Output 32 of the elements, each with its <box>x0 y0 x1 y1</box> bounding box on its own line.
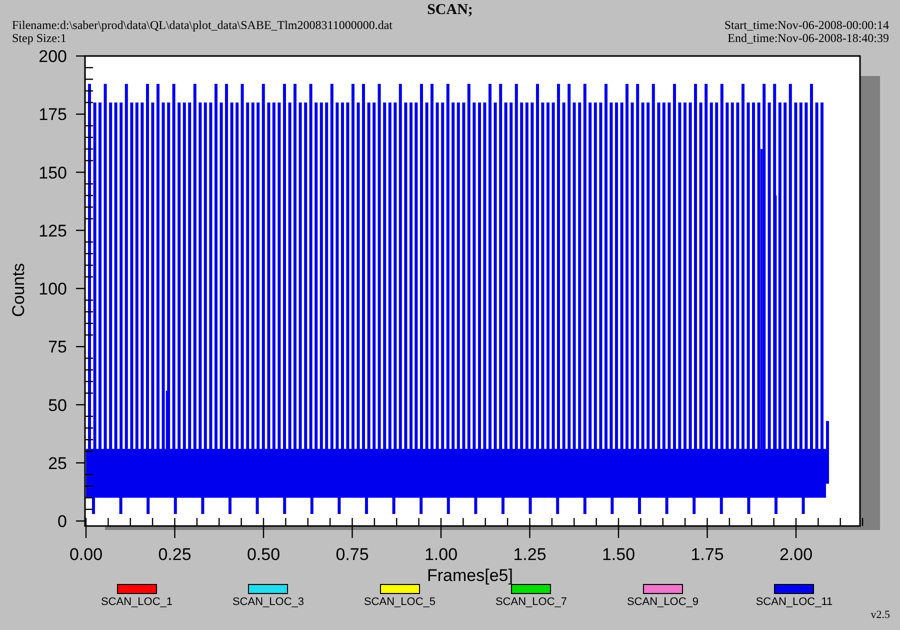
x-tick-label: 0.25 <box>158 545 192 564</box>
y-tick-label: 75 <box>48 338 67 357</box>
legend-label: SCAN_LOC_11 <box>756 596 833 608</box>
x-tick-label: 0.00 <box>69 545 103 564</box>
legend-label: SCAN_LOC_5 <box>364 596 436 608</box>
x-axis-label: Frames[e5] <box>427 566 513 585</box>
y-axis-label: Counts <box>9 263 28 317</box>
x-tick-label: 0.75 <box>336 545 369 564</box>
x-tick-label: 1.50 <box>602 545 636 564</box>
legend-label: SCAN_LOC_7 <box>495 596 568 608</box>
start-time-label: Start_time:Nov-06-2008-00:00:14 <box>724 19 889 32</box>
y-tick-label: 125 <box>38 221 67 240</box>
x-tick-label: 1.75 <box>690 545 724 564</box>
y-tick-label: 150 <box>38 163 67 182</box>
y-tick-label: 25 <box>48 454 67 473</box>
end-time-label: End_time:Nov-06-2008-18:40:39 <box>728 32 889 45</box>
chart-title: SCAN; <box>427 2 473 19</box>
x-tick-label: 1.00 <box>424 545 458 564</box>
x-tick-label: 1.25 <box>513 545 546 564</box>
y-tick-label: 0 <box>58 512 67 531</box>
x-tick-label: 2.00 <box>779 545 813 564</box>
version-label: v2.5 <box>870 609 890 621</box>
y-tick-label: 100 <box>38 280 67 298</box>
legend-label: SCAN_LOC_3 <box>232 596 304 608</box>
x-tick-label: 0.50 <box>246 545 280 564</box>
y-tick-label: 175 <box>38 105 67 124</box>
y-tick-label: 200 <box>38 48 67 66</box>
y-tick-label: 50 <box>48 396 67 415</box>
filename-label: Filename:d:\saber\prod\data\QL\data\plot_data\SABE_Tlm2008311000000.dat <box>12 19 392 32</box>
legend-label: SCAN_LOC_9 <box>626 596 699 608</box>
step-size-label: Step Size:1 <box>12 32 66 45</box>
legend-label: SCAN_LOC_1 <box>100 596 173 608</box>
